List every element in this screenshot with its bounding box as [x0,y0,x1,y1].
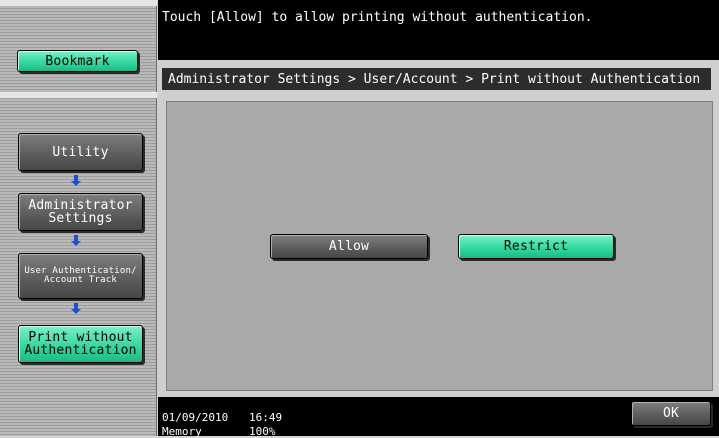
breadcrumb-text: Administrator Settings > User/Account > … [168,71,701,87]
sidebar-band [0,0,157,6]
sidebar: Bookmark Utility Administrator Settings … [0,0,157,436]
nav-user-authentication-label: User Authentication/ Account Track [24,266,137,285]
restrict-button[interactable]: Restrict [458,234,614,259]
down-arrow-icon [69,174,83,188]
main-panel: Administrator Settings > User/Account > … [158,60,719,397]
status-footer: 01/09/2010 16:49 Memory 100% OK [158,397,719,438]
breadcrumb: Administrator Settings > User/Account > … [162,68,711,90]
memory-value: 100% [249,425,276,438]
memory-label: Memory [162,425,202,438]
date-display: 01/09/2010 [162,411,229,424]
down-arrow-icon [69,302,83,316]
sidebar-band [0,92,157,98]
message-bar: Touch [Allow] to allow printing without … [158,0,719,60]
bookmark-button[interactable]: Bookmark [17,50,138,72]
bookmark-label: Bookmark [45,53,110,69]
nav-utility-label: Utility [52,144,109,160]
time-display: 16:49 [249,411,283,424]
ok-label: OK [662,406,680,421]
allow-label: Allow [328,239,370,254]
ok-button[interactable]: OK [631,401,711,426]
restrict-label: Restrict [503,239,569,254]
nav-administrator-settings-label: Administrator Settings [28,198,133,226]
nav-utility-button[interactable]: Utility [18,133,143,171]
nav-administrator-settings-button[interactable]: Administrator Settings [18,193,143,231]
nav-print-without-authentication-label: Print without Authentication [24,330,137,358]
settings-content: Allow Restrict [166,101,713,391]
nav-print-without-authentication-button[interactable]: Print without Authentication [18,325,143,363]
instruction-message: Touch [Allow] to allow printing without … [162,10,593,25]
allow-button[interactable]: Allow [270,234,428,259]
down-arrow-icon [69,234,83,248]
nav-user-authentication-button[interactable]: User Authentication/ Account Track [18,253,143,299]
